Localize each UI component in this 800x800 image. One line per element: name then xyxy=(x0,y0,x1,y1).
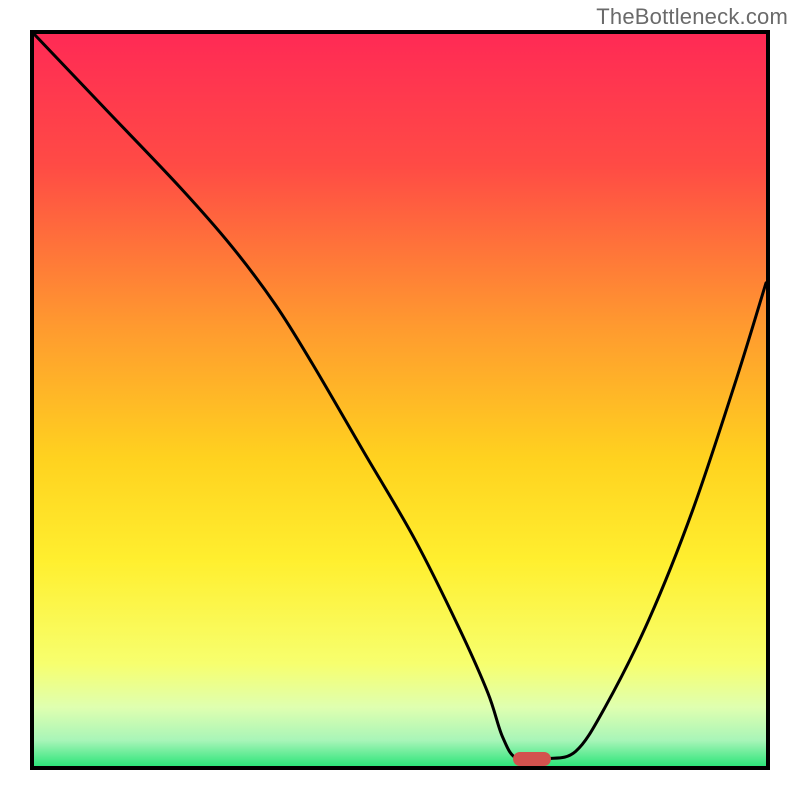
optimal-point-marker xyxy=(513,752,551,766)
bottleneck-curve xyxy=(34,34,766,766)
plot-area xyxy=(34,34,766,766)
plot-frame xyxy=(30,30,770,770)
bottleneck-curve-path xyxy=(34,34,766,761)
watermark-text: TheBottleneck.com xyxy=(596,4,788,30)
